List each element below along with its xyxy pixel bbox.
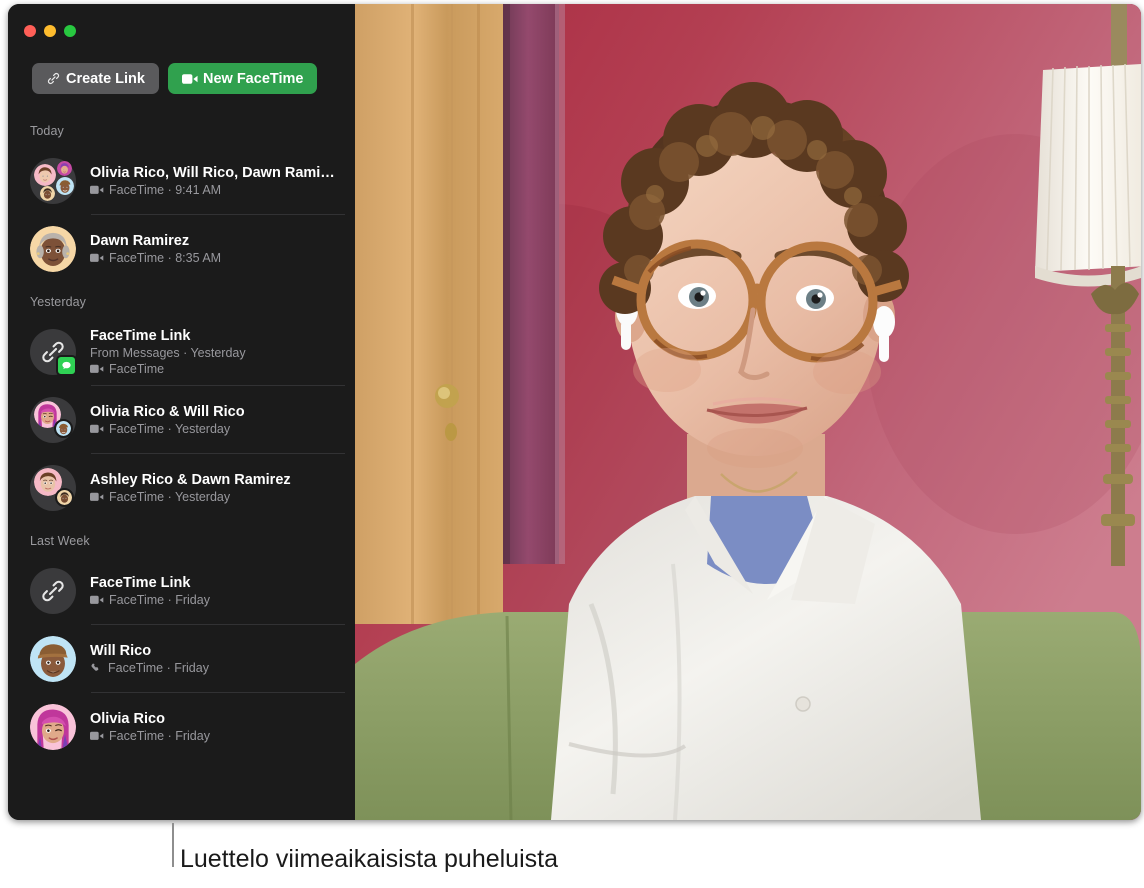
call-item-subtitle: FaceTime · Friday bbox=[90, 592, 355, 608]
call-list-item[interactable]: Olivia Rico, Will Rico, Dawn Rami… FaceTi… bbox=[8, 147, 355, 215]
call-item-subtitle: FaceTime · Yesterday bbox=[90, 421, 355, 437]
call-item-text: FaceTime Link From Messages · Yesterday Fa… bbox=[90, 327, 355, 377]
section-header: Today bbox=[30, 124, 64, 138]
call-list-item[interactable]: Olivia Rico & Will Rico FaceTime · Yester… bbox=[8, 386, 355, 454]
memoji-avatar bbox=[30, 226, 76, 272]
call-item-title: FaceTime Link bbox=[90, 328, 191, 344]
video-camera-icon bbox=[90, 364, 104, 374]
call-item-text: FaceTime Link FaceTime · Friday bbox=[90, 574, 355, 608]
close-window-button[interactable] bbox=[24, 25, 36, 37]
call-item-text: Olivia Rico & Will Rico FaceTime · Yester… bbox=[90, 403, 355, 437]
call-item-title: Olivia Rico, Will Rico, Dawn Rami… bbox=[90, 165, 335, 181]
call-item-source: From Messages · Yesterday bbox=[90, 346, 246, 360]
avatar bbox=[30, 158, 76, 204]
call-item-title: Olivia Rico & Will Rico bbox=[90, 404, 245, 420]
call-item-title: Olivia Rico bbox=[90, 711, 165, 727]
video-camera-icon bbox=[90, 185, 104, 195]
call-item-text: Olivia Rico, Will Rico, Dawn Rami… FaceTi… bbox=[90, 164, 355, 198]
avatar bbox=[30, 568, 76, 614]
avatar bbox=[30, 329, 77, 376]
call-item-subtitle-text: FaceTime · Yesterday bbox=[109, 422, 231, 436]
link-icon bbox=[30, 568, 76, 614]
link-icon bbox=[46, 71, 61, 86]
video-camera-icon bbox=[90, 595, 104, 605]
section-header: Yesterday bbox=[30, 295, 87, 309]
call-list-item[interactable]: FaceTime Link FaceTime · Friday bbox=[8, 557, 355, 625]
call-item-subtitle: FaceTime · Yesterday bbox=[90, 489, 355, 505]
callout-leader-line bbox=[172, 823, 174, 867]
video-camera-icon bbox=[90, 253, 104, 263]
minimize-window-button[interactable] bbox=[44, 25, 56, 37]
call-item-subtitle-text: FaceTime · Friday bbox=[109, 593, 210, 607]
call-item-text: Ashley Rico & Dawn Ramirez FaceTime · Yes… bbox=[90, 471, 355, 505]
call-item-subtitle: FaceTime · 8:35 AM bbox=[90, 250, 355, 266]
call-item-title: Dawn Ramirez bbox=[90, 233, 190, 249]
call-list-item[interactable]: Ashley Rico & Dawn Ramirez FaceTime · Yes… bbox=[8, 454, 355, 522]
maximize-window-button[interactable] bbox=[64, 25, 76, 37]
phone-icon bbox=[90, 662, 103, 675]
avatar-member-2 bbox=[54, 419, 73, 438]
call-item-text: Dawn Ramirez FaceTime · 8:35 AM bbox=[90, 232, 355, 266]
avatar-member-3 bbox=[56, 177, 74, 195]
call-item-subtitle-text: FaceTime bbox=[109, 362, 165, 376]
call-list-item[interactable]: Will Rico FaceTime · Friday bbox=[8, 625, 355, 693]
video-camera-icon bbox=[181, 73, 198, 85]
call-list-item[interactable]: Olivia Rico FaceTime · Friday bbox=[8, 693, 355, 761]
call-item-subtitle: FaceTime · Friday bbox=[90, 660, 355, 676]
avatar bbox=[30, 704, 76, 750]
call-item-subtitle: FaceTime · 9:41 AM bbox=[90, 182, 355, 198]
call-item-title: Will Rico bbox=[90, 643, 152, 659]
avatar-member-4 bbox=[40, 186, 55, 201]
create-link-label: Create Link bbox=[66, 70, 145, 87]
section-header: Last Week bbox=[30, 534, 90, 548]
video-frame-content bbox=[355, 4, 1141, 820]
call-item-subtitle-text: FaceTime · Friday bbox=[108, 661, 209, 675]
call-item-subtitle-text: FaceTime · Yesterday bbox=[109, 490, 231, 504]
create-link-button[interactable]: Create Link bbox=[32, 63, 159, 94]
avatar bbox=[30, 465, 76, 511]
messages-badge bbox=[56, 355, 77, 376]
avatar bbox=[30, 226, 76, 272]
call-item-subtitle-text: FaceTime · Friday bbox=[109, 729, 210, 743]
window-controls bbox=[24, 25, 76, 37]
call-item-subtitle-text: FaceTime · 9:41 AM bbox=[109, 183, 222, 197]
recent-calls-list[interactable]: Today Olivia Rico, Will Rico, Dawn Rami… F… bbox=[8, 112, 355, 820]
video-camera-icon bbox=[90, 424, 104, 434]
call-item-subtitle: FaceTime · Friday bbox=[90, 728, 355, 744]
new-facetime-button[interactable]: New FaceTime bbox=[167, 63, 318, 94]
call-list-item[interactable]: FaceTime Link From Messages · Yesterday Fa… bbox=[8, 318, 355, 386]
call-item-text: Olivia Rico FaceTime · Friday bbox=[90, 710, 355, 744]
callout-caption: Luettelo viimeaikaisista puheluista bbox=[180, 845, 558, 873]
call-item-subtitle: FaceTime bbox=[90, 361, 355, 377]
call-item-text: Will Rico FaceTime · Friday bbox=[90, 642, 355, 676]
avatar bbox=[30, 636, 76, 682]
call-item-subtitle-text: FaceTime · 8:35 AM bbox=[109, 251, 222, 265]
call-list-item[interactable]: Dawn Ramirez FaceTime · 8:35 AM bbox=[8, 215, 355, 283]
video-feed[interactable] bbox=[355, 4, 1141, 820]
new-facetime-label: New FaceTime bbox=[202, 70, 304, 87]
avatar-member-2 bbox=[55, 488, 74, 507]
memoji-avatar bbox=[30, 704, 76, 750]
memoji-avatar bbox=[30, 636, 76, 682]
facetime-window: Create Link New FaceTime Today Olivia Ric… bbox=[8, 4, 1141, 820]
avatar bbox=[30, 397, 76, 443]
call-item-title: Ashley Rico & Dawn Ramirez bbox=[90, 472, 291, 488]
video-camera-icon bbox=[90, 731, 104, 741]
sidebar: Create Link New FaceTime Today Olivia Ric… bbox=[8, 4, 355, 820]
avatar-member-1 bbox=[34, 164, 56, 186]
call-item-title: FaceTime Link bbox=[90, 575, 191, 591]
toolbar: Create Link New FaceTime bbox=[8, 63, 355, 94]
video-camera-icon bbox=[90, 492, 104, 502]
avatar-member-2 bbox=[57, 161, 72, 176]
